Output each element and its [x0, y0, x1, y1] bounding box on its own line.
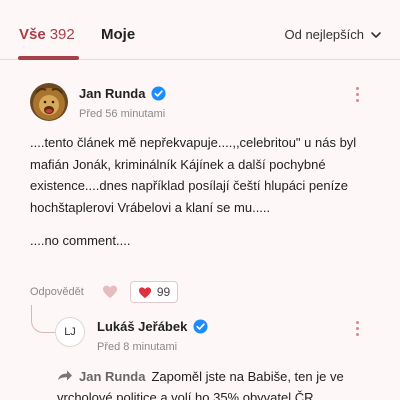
reply-time: Před 8 minutami [97, 341, 178, 353]
reply-author[interactable]: Lukáš Jeřábek [97, 319, 208, 334]
comment-body: ....tento článek mě nepřekvapuje....,,ce… [30, 132, 375, 264]
reply-avatar-initials: LJ [64, 326, 76, 338]
heart-outline-icon[interactable] [102, 284, 118, 300]
lion-avatar-image [30, 83, 68, 121]
verified-badge-icon [193, 319, 208, 334]
tab-all[interactable]: Vše 392 [19, 26, 75, 43]
comment-paragraph: ....tento článek mě nepřekvapuje....,,ce… [30, 135, 357, 215]
comment-paragraph: ....no comment.... [30, 233, 131, 248]
sort-dropdown[interactable]: Od nejlepších [285, 27, 383, 42]
reply-arrow-icon [58, 370, 72, 381]
verified-badge-icon [151, 86, 166, 101]
tab-all-label: Vše [19, 26, 46, 43]
like-count-button[interactable]: 99 [129, 281, 179, 303]
reply-avatar[interactable]: LJ [55, 317, 85, 347]
active-tab-indicator [18, 56, 79, 60]
sort-label: Od nejlepších [284, 27, 365, 42]
comment-more-icon[interactable] [354, 87, 360, 105]
reply-button[interactable]: Odpovědět [30, 286, 84, 298]
heart-filled-icon [138, 286, 151, 298]
avatar[interactable] [30, 83, 68, 121]
comment-tabs: Vše 392 Moje Od nejlepších [0, 0, 400, 60]
comment-time: Před 56 minutami [79, 108, 166, 120]
like-count: 99 [156, 285, 171, 299]
reply-to-name[interactable]: Jan Runda [79, 369, 145, 384]
reply-more-icon[interactable] [354, 321, 360, 339]
chevron-down-icon [371, 31, 381, 38]
comment-actions: Odpovědět 99 [30, 280, 179, 304]
tab-all-count: 392 [49, 26, 75, 43]
tab-mine[interactable]: Moje [101, 26, 135, 43]
comment-author-name: Jan Runda [79, 86, 146, 101]
comment-author[interactable]: Jan Runda [79, 86, 166, 101]
reply-body: Jan Runda Zapoměl jste na Babiše, ten je … [57, 366, 377, 400]
reply-author-name: Lukáš Jeřábek [97, 319, 188, 334]
